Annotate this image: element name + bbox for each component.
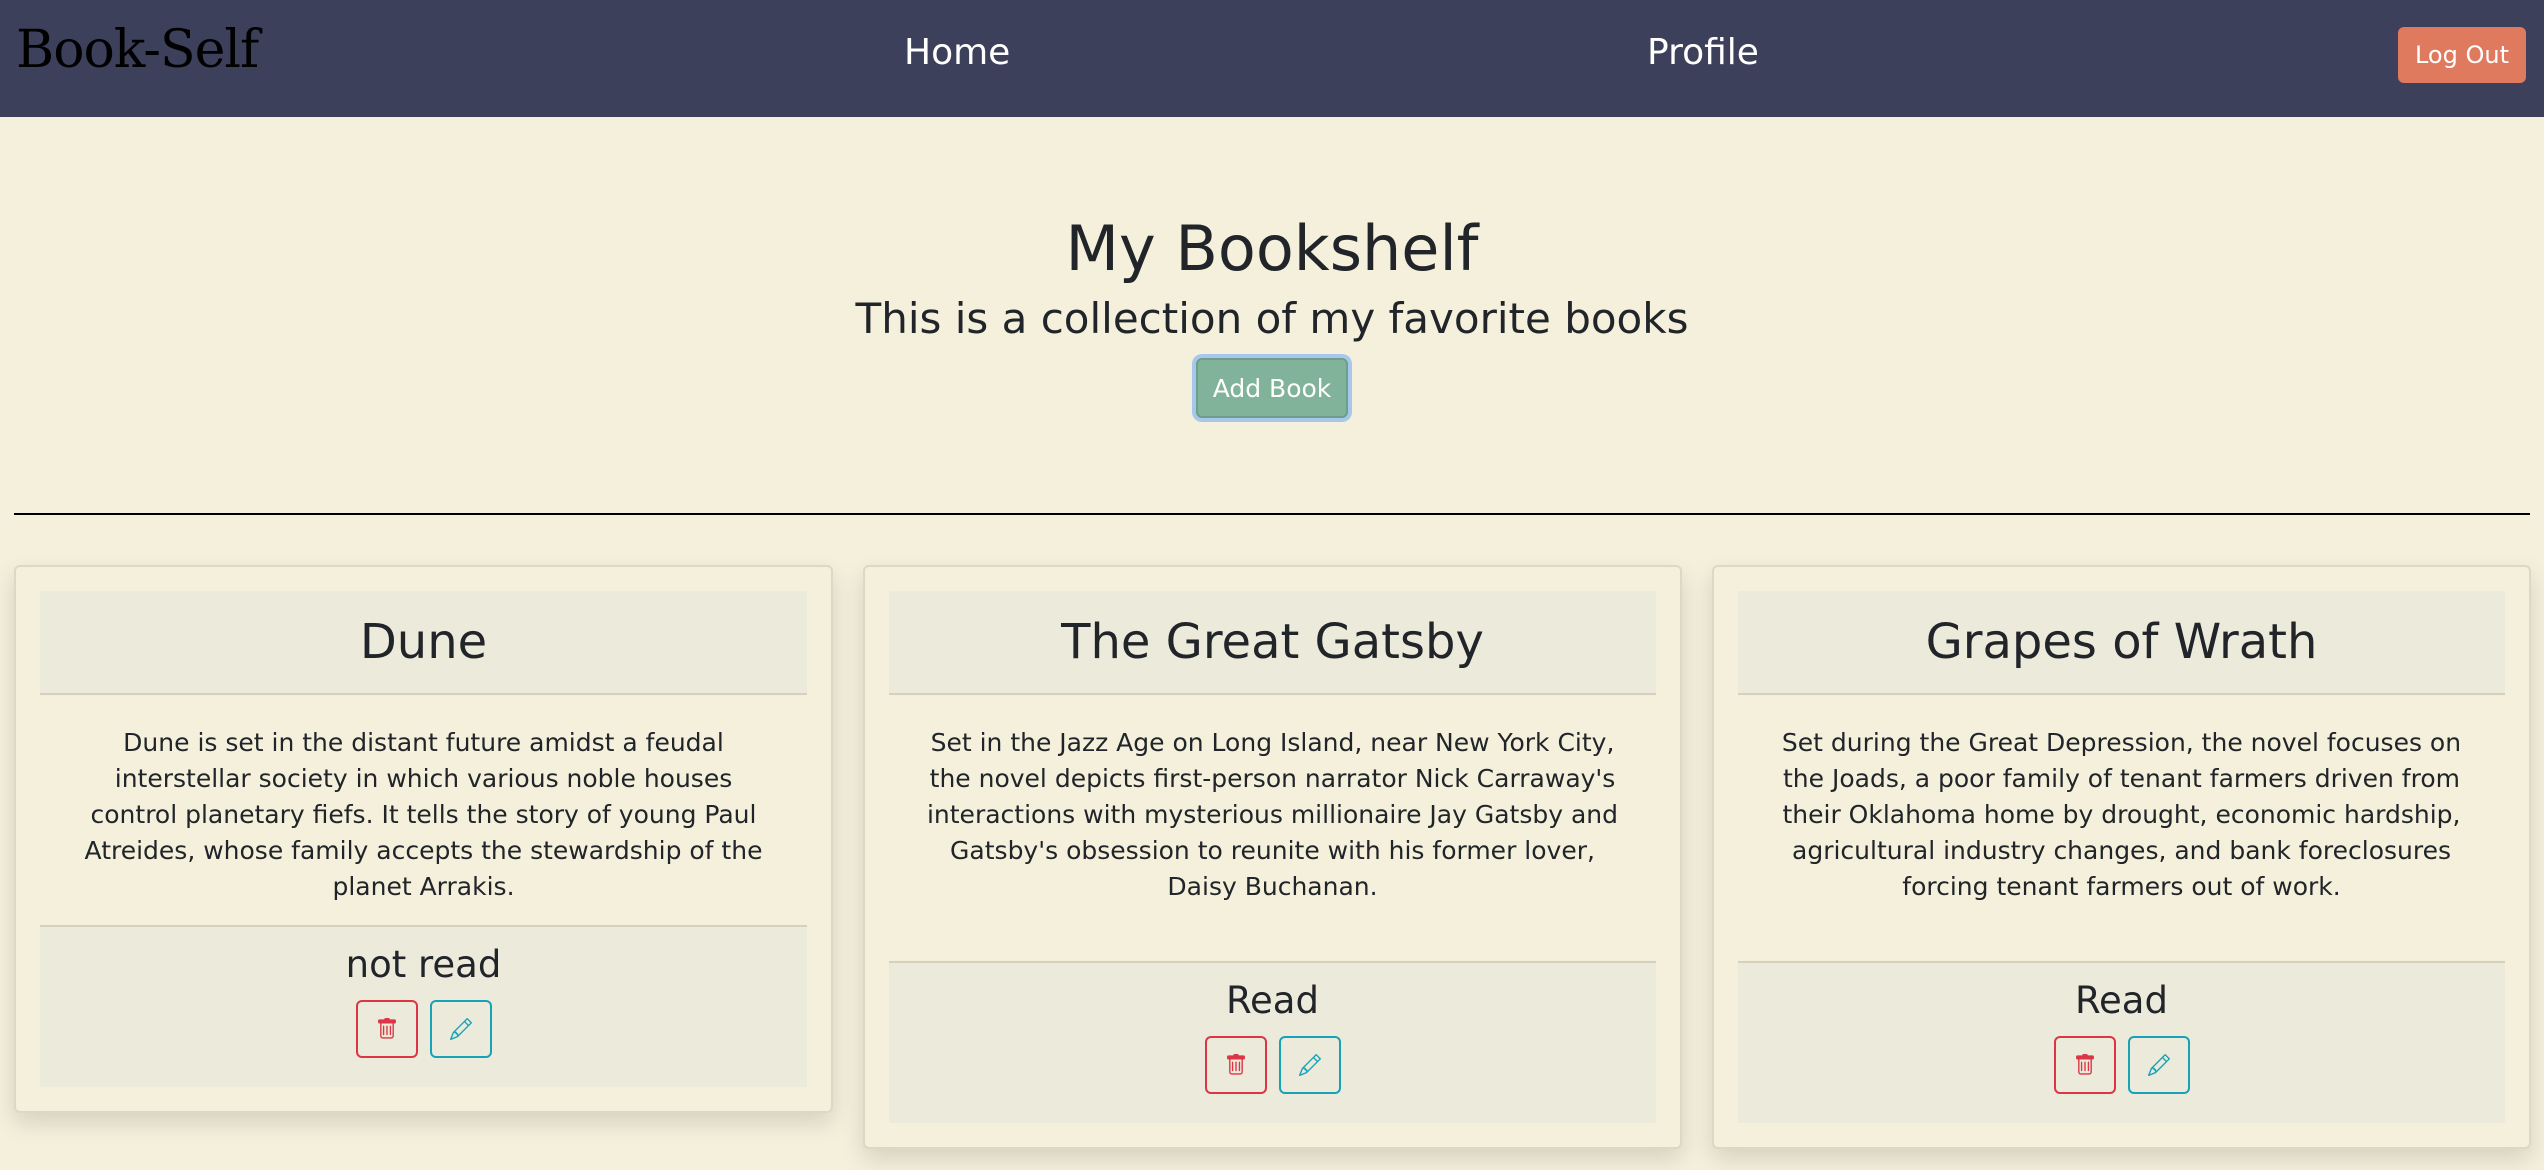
trash-icon [377, 1018, 396, 1039]
card-actions [1738, 1036, 2505, 1094]
book-description: Dune is set in the distant future amidst… [84, 728, 763, 901]
card-body: Dune is set in the distant future amidst… [40, 725, 807, 905]
card-header: Dune [40, 591, 807, 695]
edit-button[interactable] [1278, 1036, 1341, 1094]
logout-button[interactable]: Log Out [2398, 27, 2526, 83]
nav-link-profile[interactable]: Profile [1647, 32, 1759, 73]
book-title: The Great Gatsby [1061, 614, 1484, 670]
book-description: Set in the Jazz Age on Long Island, near… [926, 728, 1619, 901]
read-status: Read [1226, 979, 1319, 1022]
edit-button[interactable] [2127, 1036, 2190, 1094]
book-card: Dune Dune is set in the distant future a… [14, 565, 833, 1113]
book-description: Set during the Great Depression, the nov… [1781, 728, 2462, 901]
card-footer: Read [889, 961, 1656, 1123]
page-subtitle: This is a collection of my favorite book… [855, 294, 1689, 343]
trash-icon [2075, 1054, 2094, 1075]
read-status: not read [345, 943, 502, 986]
divider [14, 513, 2530, 515]
book-title: Grapes of Wrath [1925, 614, 2318, 670]
delete-button[interactable] [355, 1000, 418, 1058]
brand-logo[interactable]: Book-Self [16, 20, 259, 80]
book-card: Grapes of Wrath Set during the Great Dep… [1712, 565, 2531, 1149]
pencil-icon [1298, 1054, 1321, 1076]
pencil-icon [2147, 1054, 2170, 1076]
card-body: Set during the Great Depression, the nov… [1738, 725, 2505, 905]
delete-button[interactable] [1204, 1036, 1267, 1094]
add-book-button[interactable]: Add Book [1196, 358, 1348, 418]
trash-icon [1226, 1054, 1245, 1075]
delete-button[interactable] [2053, 1036, 2116, 1094]
book-title: Dune [359, 614, 488, 670]
card-header: Grapes of Wrath [1738, 591, 2505, 695]
pencil-icon [449, 1018, 472, 1040]
edit-button[interactable] [429, 1000, 492, 1058]
nav-link-home[interactable]: Home [904, 32, 1010, 73]
card-header: The Great Gatsby [889, 591, 1656, 695]
page-title: My Bookshelf [1065, 212, 1479, 285]
card-footer: not read [40, 925, 807, 1087]
card-body: Set in the Jazz Age on Long Island, near… [889, 725, 1656, 905]
book-card: The Great Gatsby Set in the Jazz Age on … [863, 565, 1682, 1149]
navbar: Book-Self Home Profile Log Out [0, 0, 2544, 117]
read-status: Read [2075, 979, 2168, 1022]
card-actions [40, 1000, 807, 1058]
card-footer: Read [1738, 961, 2505, 1123]
card-actions [889, 1036, 1656, 1094]
